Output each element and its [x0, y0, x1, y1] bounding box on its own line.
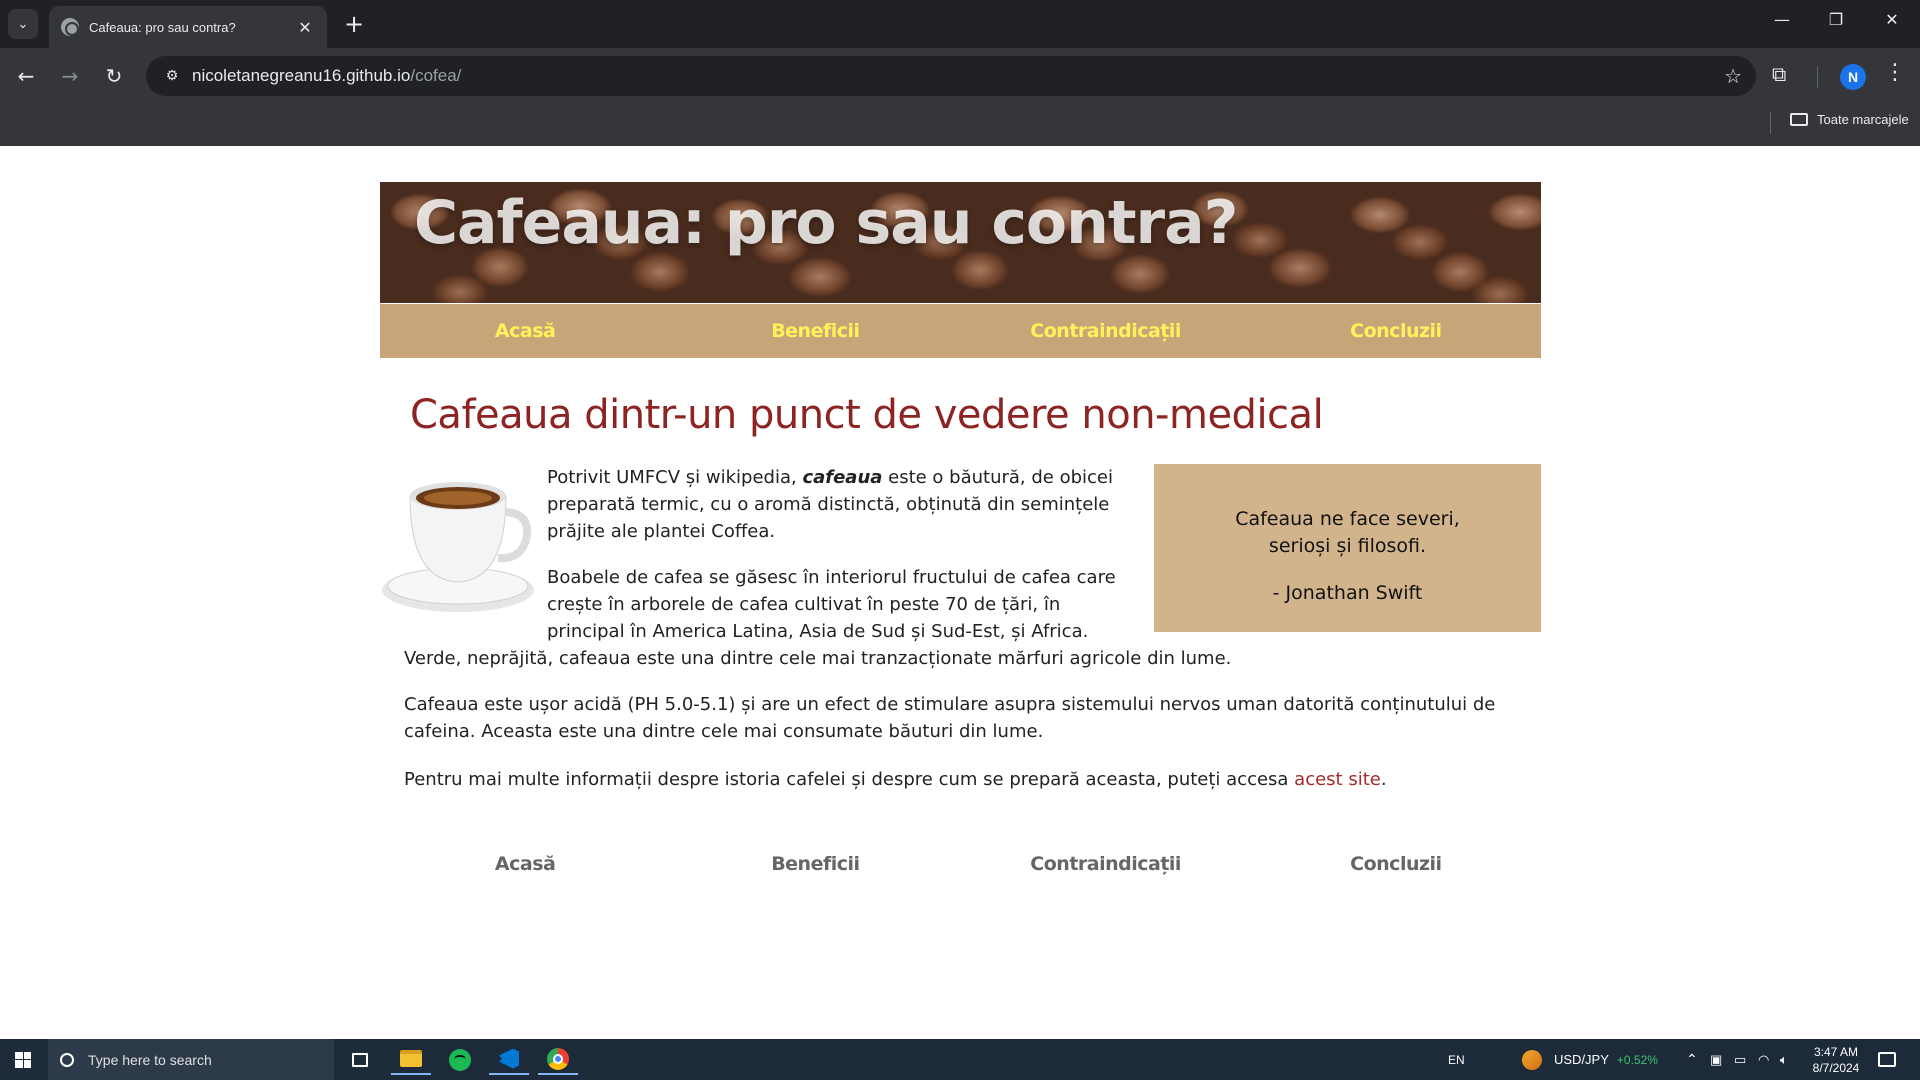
tray-device-icon[interactable]: ▣: [1710, 1039, 1722, 1080]
bookmarks-divider: [1770, 112, 1771, 134]
quote-line-1: Cafeaua ne face severi,: [1235, 508, 1460, 530]
footer-link-beneficii[interactable]: Beneficii: [670, 844, 960, 884]
web-page: Cafeaua: pro sau contra? Acasă Beneficii…: [0, 146, 1920, 1039]
battery-icon[interactable]: ▭: [1734, 1039, 1746, 1080]
top-nav: Acasă Beneficii Contraindicații Concluzi…: [380, 304, 1541, 358]
ticker-label: USD/JPY: [1554, 1052, 1609, 1067]
more-info-period: .: [1380, 769, 1387, 790]
page-container: Cafeaua: pro sau contra? Acasă Beneficii…: [380, 182, 1541, 790]
nav-link-beneficii[interactable]: Beneficii: [670, 304, 960, 358]
clock-date: 8/7/2024: [1812, 1060, 1860, 1075]
start-button[interactable]: [0, 1039, 46, 1080]
taskbar-search-box[interactable]: Type here to search: [48, 1039, 334, 1080]
url-path: /cofea/: [410, 66, 462, 85]
taskbar-search-placeholder: Type here to search: [88, 1051, 212, 1068]
footer-nav: Acasă Beneficii Contraindicații Concluzi…: [380, 844, 1541, 884]
nav-link-contraindicatii[interactable]: Contraindicații: [961, 304, 1251, 358]
toolbar-divider: [1817, 66, 1818, 88]
site-info-icon[interactable]: ⚙: [152, 68, 192, 84]
new-tab-button[interactable]: +: [340, 10, 368, 38]
tab-title: Cafeaua: pro sau contra?: [89, 19, 236, 35]
browser-tab-active[interactable]: Cafeaua: pro sau contra? ✕: [49, 6, 327, 48]
tab-search-chevron-icon[interactable]: ⌄: [8, 9, 38, 39]
show-hidden-icons-chevron[interactable]: ⌃: [1686, 1039, 1698, 1080]
spotify-icon[interactable]: [440, 1044, 480, 1075]
footer-link-contraindicatii[interactable]: Contraindicații: [961, 844, 1251, 884]
restore-button[interactable]: ❐: [1816, 10, 1856, 29]
more-info-text: Pentru mai multe informații despre istor…: [404, 769, 1295, 790]
bookmark-star-icon[interactable]: ☆: [1724, 64, 1742, 88]
all-bookmarks-button[interactable]: Toate marcajele: [1790, 112, 1909, 127]
clock[interactable]: 3:47 AM 8/7/2024: [1808, 1039, 1864, 1080]
all-bookmarks-label: Toate marcajele: [1817, 112, 1909, 127]
acidity-paragraph: Cafeaua este ușor acidă (PH 5.0-5.1) și …: [404, 694, 1496, 742]
beans-paragraph: Boabele de cafea se găsesc în interiorul…: [547, 567, 1116, 642]
quote-author: - Jonathan Swift: [1272, 582, 1423, 604]
page-heading: Cafeaua dintr-un punct de vedere non-med…: [410, 392, 1324, 438]
bookmarks-bar: Toate marcajele: [0, 104, 1920, 146]
browser-toolbar: ← → ↻ ⚙ nicoletanegreanu16.github.io /co…: [0, 48, 1920, 104]
windows-taskbar: Type here to search EN USD/JPY +0.52% ⌃ …: [0, 1039, 1920, 1080]
intro-emphasis: cafeaua: [802, 467, 883, 488]
banner-title: Cafeaua: pro sau contra?: [414, 188, 1238, 258]
quote-box: Cafeaua ne face severi, serioși și filos…: [1154, 464, 1541, 632]
more-info-paragraph: Pentru mai multe informații despre istor…: [404, 766, 1514, 793]
close-tab-icon[interactable]: ✕: [295, 18, 315, 37]
footer-link-acasa[interactable]: Acasă: [380, 844, 670, 884]
acest-site-link[interactable]: acest site: [1294, 769, 1381, 790]
notification-center-icon[interactable]: [1878, 1039, 1896, 1080]
coffee-beans-banner: Cafeaua: pro sau contra?: [380, 182, 1541, 303]
ticker-change: +0.52%: [1616, 1052, 1658, 1067]
intro-paragraph: Potrivit UMFCV și wikipedia, cafeaua est…: [547, 464, 1127, 545]
chrome-icon[interactable]: [538, 1044, 578, 1075]
address-bar[interactable]: ⚙ nicoletanegreanu16.github.io /cofea/ ☆: [146, 56, 1756, 96]
task-view-icon[interactable]: [340, 1044, 380, 1075]
network-icon[interactable]: ◠: [1758, 1039, 1769, 1080]
file-explorer-icon[interactable]: [391, 1044, 431, 1075]
clock-time: 3:47 AM: [1813, 1044, 1859, 1059]
language-indicator[interactable]: EN: [1448, 1039, 1465, 1080]
profile-avatar[interactable]: N: [1840, 64, 1866, 90]
back-arrow-icon[interactable]: ←: [12, 62, 40, 90]
url-host: nicoletanegreanu16.github.io: [192, 66, 411, 85]
currency-icon: [1522, 1049, 1542, 1070]
coffee-cup-image: [382, 482, 534, 612]
browser-tab-strip: ⌄ Cafeaua: pro sau contra? ✕ + — ❐ ✕: [0, 0, 1920, 48]
globe-icon: [61, 18, 79, 36]
nav-link-acasa[interactable]: Acasă: [380, 304, 670, 358]
reload-icon[interactable]: ↻: [100, 62, 128, 90]
quote-line-2: serioși și filosofi.: [1268, 535, 1427, 557]
footer-link-concluzii[interactable]: Concluzii: [1251, 844, 1541, 884]
nav-link-concluzii[interactable]: Concluzii: [1251, 304, 1541, 358]
forward-arrow-icon[interactable]: →: [56, 62, 84, 90]
search-icon: [60, 1052, 74, 1067]
menu-kebab-icon[interactable]: ⋮: [1884, 60, 1906, 85]
minimize-button[interactable]: —: [1762, 10, 1802, 29]
extensions-icon[interactable]: ⧉: [1772, 62, 1786, 86]
intro-text-start: Potrivit UMFCV și wikipedia,: [547, 467, 803, 488]
volume-icon[interactable]: 🔈︎: [1780, 1039, 1788, 1080]
windows-logo-icon: [15, 1051, 31, 1068]
beans-paragraph-tail: Verde, neprăjită, cafeaua este una dintr…: [404, 648, 1232, 669]
stock-widget[interactable]: USD/JPY +0.52%: [1522, 1039, 1658, 1080]
folder-icon: [1790, 113, 1808, 126]
vscode-icon[interactable]: [489, 1044, 529, 1075]
close-window-button[interactable]: ✕: [1872, 10, 1912, 29]
